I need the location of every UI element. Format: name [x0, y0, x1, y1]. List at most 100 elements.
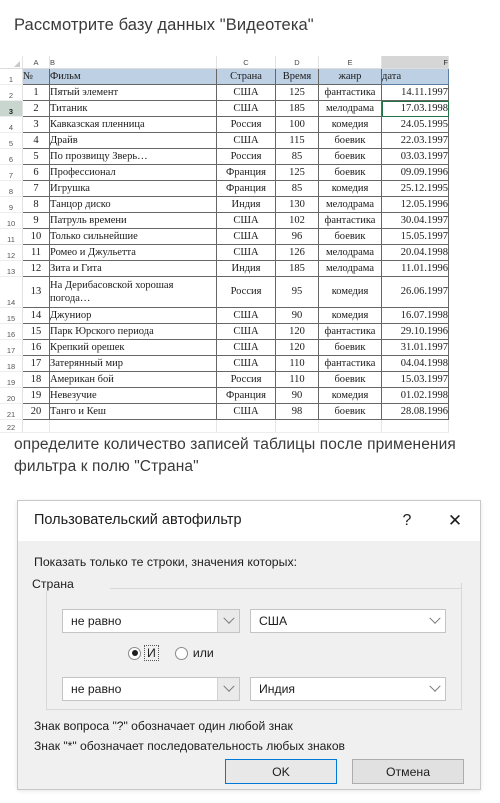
- row-header-3[interactable]: 3: [0, 100, 23, 117]
- ok-button[interactable]: OK: [225, 759, 337, 784]
- cell-time[interactable]: 185: [275, 100, 319, 117]
- cell-time[interactable]: 100: [275, 116, 319, 133]
- row-header-16[interactable]: 16: [0, 323, 23, 340]
- cell-time[interactable]: 110: [275, 371, 319, 388]
- cell-empty[interactable]: [22, 419, 50, 433]
- cell-genre[interactable]: комедия: [318, 116, 382, 133]
- row-header-15[interactable]: 15: [0, 307, 23, 324]
- cell-genre[interactable]: боевик: [318, 403, 382, 420]
- cell-time[interactable]: 120: [275, 323, 319, 340]
- cell-film[interactable]: Кавказская пленница: [49, 116, 217, 133]
- cell-genre[interactable]: боевик: [318, 371, 382, 388]
- cell-genre[interactable]: боевик: [318, 339, 382, 356]
- cell-genre[interactable]: фантастика: [318, 355, 382, 372]
- cell-film[interactable]: По прозвищу Зверь…: [49, 148, 217, 165]
- cell-country[interactable]: США: [216, 339, 276, 356]
- cell-date[interactable]: 29.10.1996: [381, 323, 449, 340]
- cell-num[interactable]: 16: [22, 339, 50, 356]
- cell-date[interactable]: 17.03.1998: [381, 100, 449, 117]
- cell-date[interactable]: 11.01.1996: [381, 260, 449, 277]
- cell-film[interactable]: Танго и Кеш: [49, 403, 217, 420]
- cell-date[interactable]: 22.03.1997: [381, 132, 449, 149]
- cell-country[interactable]: США: [216, 323, 276, 340]
- cell-date[interactable]: 24.05.1995: [381, 116, 449, 133]
- cell-country[interactable]: Россия: [216, 148, 276, 165]
- row-header-5[interactable]: 5: [0, 132, 23, 149]
- radio-and-indicator[interactable]: [128, 646, 141, 660]
- cell-country[interactable]: Франция: [216, 180, 276, 197]
- row-header-11[interactable]: 11: [0, 228, 23, 245]
- cell-genre[interactable]: боевик: [318, 164, 382, 181]
- column-header-e[interactable]: E: [318, 56, 382, 69]
- row-header-1[interactable]: 1: [0, 68, 23, 85]
- cell-time[interactable]: 95: [275, 276, 319, 308]
- cell-num[interactable]: 3: [22, 116, 50, 133]
- cell-film[interactable]: Американ бой: [49, 371, 217, 388]
- cell-film[interactable]: Затерянный мир: [49, 355, 217, 372]
- cell-film[interactable]: Драйв: [49, 132, 217, 149]
- row-header-9[interactable]: 9: [0, 196, 23, 213]
- cell-date[interactable]: 03.03.1997: [381, 148, 449, 165]
- cell-date[interactable]: 01.02.1998: [381, 387, 449, 404]
- cell-genre[interactable]: фантастика: [318, 323, 382, 340]
- cell-country[interactable]: США: [216, 244, 276, 261]
- cell-country[interactable]: США: [216, 228, 276, 245]
- radio-or[interactable]: или: [174, 646, 214, 660]
- cell-genre[interactable]: фантастика: [318, 84, 382, 101]
- cell-time[interactable]: 90: [275, 387, 319, 404]
- cell-country[interactable]: Россия: [216, 276, 276, 308]
- cell-genre[interactable]: мелодрама: [318, 260, 382, 277]
- cell-genre[interactable]: комедия: [318, 307, 382, 324]
- cell-genre[interactable]: комедия: [318, 387, 382, 404]
- row-header-21[interactable]: 21: [0, 403, 23, 420]
- cell-date[interactable]: 04.04.1998: [381, 355, 449, 372]
- cell-date[interactable]: 12.05.1996: [381, 196, 449, 213]
- cell-film[interactable]: Ромео и Джульетта: [49, 244, 217, 261]
- cell-time[interactable]: 85: [275, 180, 319, 197]
- cell-film[interactable]: Парк Юрского периода: [49, 323, 217, 340]
- row-header-14[interactable]: 14: [0, 276, 23, 308]
- cell-time[interactable]: 120: [275, 339, 319, 356]
- row-header-13[interactable]: 13: [0, 260, 23, 277]
- cell-time[interactable]: 126: [275, 244, 319, 261]
- row-header-17[interactable]: 17: [0, 339, 23, 356]
- cell-empty[interactable]: [318, 419, 382, 433]
- close-icon[interactable]: ✕: [434, 501, 476, 541]
- row-header-22[interactable]: 22: [0, 419, 23, 433]
- chevron-down-icon[interactable]: [424, 610, 445, 632]
- cell-date[interactable]: 16.07.1998: [381, 307, 449, 324]
- row-header-20[interactable]: 20: [0, 387, 23, 404]
- cell-film[interactable]: На Дерибасовской хорошая погода…: [49, 276, 217, 308]
- cell-genre[interactable]: боевик: [318, 228, 382, 245]
- column-header-c[interactable]: C: [216, 56, 276, 69]
- cell-film[interactable]: Зита и Гита: [49, 260, 217, 277]
- cell-num[interactable]: 5: [22, 148, 50, 165]
- column-header-f[interactable]: F: [381, 56, 449, 69]
- cell-country[interactable]: США: [216, 212, 276, 229]
- cell-country[interactable]: Россия: [216, 371, 276, 388]
- cell-film[interactable]: Джуниор: [49, 307, 217, 324]
- cell-time[interactable]: 130: [275, 196, 319, 213]
- cell-genre[interactable]: боевик: [318, 132, 382, 149]
- row-header-2[interactable]: 2: [0, 84, 23, 101]
- cell-country[interactable]: США: [216, 100, 276, 117]
- cell-time[interactable]: 125: [275, 164, 319, 181]
- cell-film[interactable]: Профессионал: [49, 164, 217, 181]
- value-select-1[interactable]: США: [250, 609, 446, 633]
- select-all-corner[interactable]: [0, 56, 23, 69]
- cell-empty[interactable]: [49, 419, 217, 433]
- cell-empty[interactable]: [216, 419, 276, 433]
- cell-num[interactable]: 2: [22, 100, 50, 117]
- cell-date[interactable]: 25.12.1995: [381, 180, 449, 197]
- row-header-6[interactable]: 6: [0, 148, 23, 165]
- chevron-down-icon[interactable]: [217, 678, 239, 700]
- cell-time[interactable]: 115: [275, 132, 319, 149]
- cell-country[interactable]: США: [216, 132, 276, 149]
- cancel-button[interactable]: Отмена: [352, 759, 464, 784]
- cell-num[interactable]: 11: [22, 244, 50, 261]
- column-header-b[interactable]: B: [49, 56, 217, 69]
- cell-genre[interactable]: комедия: [318, 180, 382, 197]
- cell-time[interactable]: 125: [275, 84, 319, 101]
- cell-date[interactable]: 26.06.1997: [381, 276, 449, 308]
- cell-genre[interactable]: мелодрама: [318, 100, 382, 117]
